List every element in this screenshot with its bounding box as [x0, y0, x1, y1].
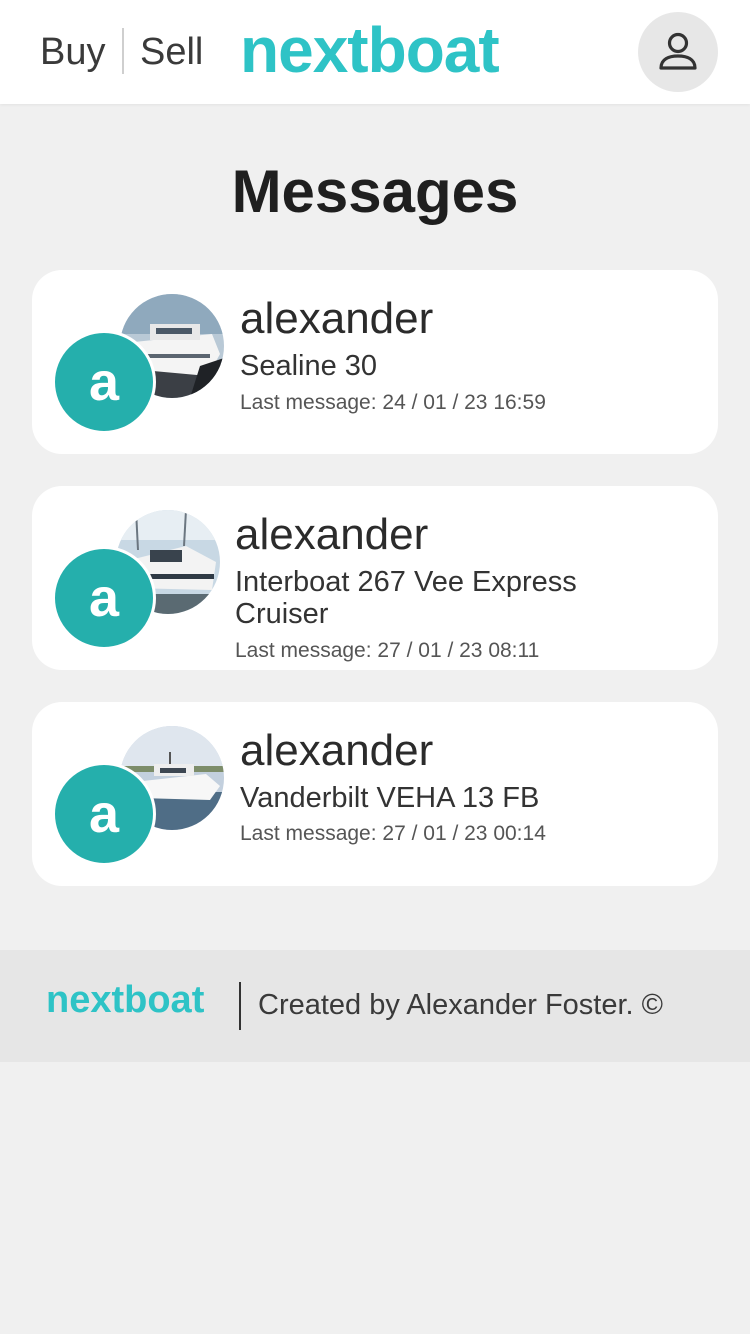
conversation-boat-name: Vanderbilt VEHA 13 FB [240, 782, 540, 814]
brand-logo[interactable]: nextboat [240, 14, 500, 86]
page-title: Messages [231, 158, 519, 225]
profile-button[interactable] [638, 12, 718, 92]
conversation-user-name: alexander [240, 294, 434, 343]
conversation-user-name: alexander [240, 726, 434, 775]
conversation-boat-name: Sealine 30 [240, 350, 378, 382]
conversation-card[interactable]: a alexander Interboat 267 Vee Express Cr… [32, 486, 718, 670]
conversation-last-message: Last message: 27 / 01 / 23 08:11 [235, 639, 540, 662]
nav-buy-link[interactable]: Buy [40, 30, 105, 74]
conversation-last-message: Last message: 24 / 01 / 23 16:59 [240, 391, 546, 414]
user-avatar: a [52, 546, 156, 650]
user-avatar: a [52, 330, 156, 434]
nav-divider [122, 28, 124, 74]
conversation-last-message: Last message: 27 / 01 / 23 00:14 [240, 822, 546, 845]
person-icon [659, 32, 697, 70]
footer-credit: Created by Alexander Foster. © [258, 989, 664, 1021]
conversation-card[interactable]: a alexander Vanderbilt VEHA 13 FB Last m… [32, 702, 718, 886]
footer-divider [239, 982, 241, 1030]
user-avatar: a [52, 762, 156, 866]
footer-brand-logo[interactable]: nextboat [46, 978, 204, 1022]
conversation-card[interactable]: a alexander Sealine 30 Last message: 24 … [32, 270, 718, 454]
nav-sell-link[interactable]: Sell [140, 30, 203, 74]
conversation-user-name: alexander [235, 510, 429, 559]
page-footer: nextboat Created by Alexander Foster. © [0, 950, 750, 1062]
top-header: Buy Sell nextboat [0, 0, 750, 104]
conversation-boat-name: Interboat 267 Vee Express Cruiser [235, 566, 577, 630]
